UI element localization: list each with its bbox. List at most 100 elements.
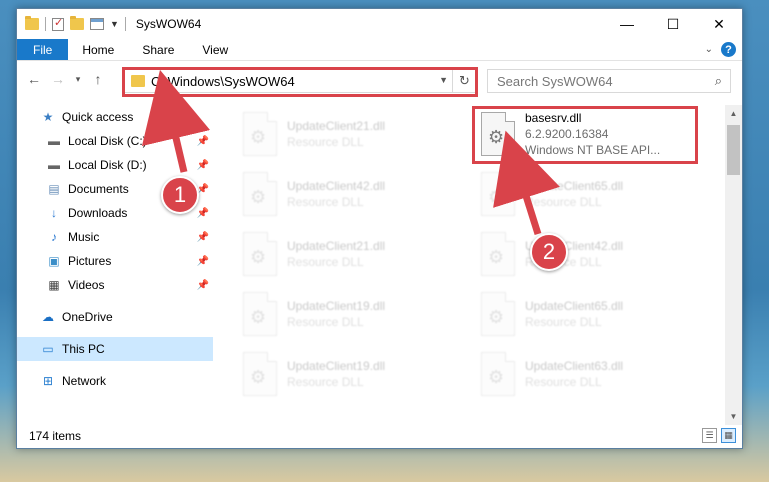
file-tile[interactable]: ⚙ UpdateClient19.dll Resource DLL <box>237 287 467 341</box>
computer-icon: ▭ <box>42 342 54 356</box>
address-bar-highlight <box>122 67 478 97</box>
drive-icon: ▬ <box>48 134 60 148</box>
scrollbar-thumb[interactable] <box>727 125 740 175</box>
videos-icon: ▦ <box>48 278 60 292</box>
ribbon-right-controls: ⌄ ? <box>705 42 736 57</box>
sidebar-item-local-disk-c[interactable]: ▬ Local Disk (C:) 📌 <box>17 129 213 153</box>
maximize-button[interactable]: ☐ <box>650 9 696 39</box>
music-icon: ♪ <box>51 230 57 244</box>
properties-icon[interactable] <box>90 18 104 30</box>
pictures-icon: ▣ <box>48 254 60 268</box>
sidebar-item-onedrive[interactable]: ☁ OneDrive <box>17 305 213 329</box>
pin-icon[interactable]: 📌 <box>197 232 209 243</box>
details-view-icon[interactable]: ☰ <box>702 428 717 443</box>
file-type: Resource DLL <box>525 315 602 329</box>
file-tile[interactable]: ⚙ UpdateClient19.dll Resource DLL <box>237 347 467 401</box>
close-button[interactable]: ✕ <box>696 9 742 39</box>
sidebar-item-quick-access[interactable]: ★ Quick access <box>17 105 213 129</box>
item-count: 174 items <box>29 429 82 443</box>
sidebar-item-pictures[interactable]: ▣ Pictures 📌 <box>17 249 213 273</box>
up-arrow-icon[interactable]: ↑ <box>89 71 107 87</box>
sidebar-item-label: Local Disk (D:) <box>68 158 147 172</box>
file-tile[interactable]: ⚙ UpdateClient63.dll Resource DLL <box>475 347 705 401</box>
scroll-up-icon[interactable]: ▲ <box>725 105 742 122</box>
title-bar: ▼ SysWOW64 — ☐ ✕ <box>17 9 742 39</box>
search-input[interactable]: Search SysWOW64 <box>497 74 613 89</box>
network-icon: ⊞ <box>42 374 54 388</box>
dll-file-icon: ⚙ <box>481 292 515 336</box>
file-tile[interactable]: ⚙ UpdateClient42.dllResource DLL <box>237 167 467 221</box>
new-folder-icon[interactable] <box>70 16 84 30</box>
dll-file-icon: ⚙ <box>481 352 515 396</box>
file-name: UpdateClient65.dll <box>525 179 624 193</box>
sidebar-item-label: Downloads <box>68 206 128 220</box>
sidebar-item-label: This PC <box>62 342 105 356</box>
vertical-scrollbar[interactable]: ▲ ▼ <box>725 105 742 425</box>
sidebar-item-label: OneDrive <box>62 310 113 324</box>
sidebar-item-videos[interactable]: ▦ Videos 📌 <box>17 273 213 297</box>
forward-arrow-icon[interactable]: → <box>49 71 67 87</box>
file-tile[interactable]: ⚙ UpdateClient65.dll Resource DLL <box>475 167 705 221</box>
step-1-badge: 1 <box>161 176 199 214</box>
sidebar-item-network[interactable]: ⊞ Network <box>17 369 213 393</box>
file-name: UpdateClient42.dll <box>287 179 386 193</box>
dll-file-icon: ⚙ <box>243 292 277 336</box>
dll-file-icon: ⚙ <box>481 232 515 276</box>
status-bar: 174 items ☰ ▦ <box>17 424 742 448</box>
file-name: UpdateClient19.dll <box>287 359 386 373</box>
file-type: Resource DLL <box>287 255 364 269</box>
search-box[interactable]: Search SysWOW64 ⌕ <box>487 69 731 93</box>
file-type: Resource DLL <box>287 315 364 329</box>
sidebar-item-this-pc[interactable]: ▭ This PC <box>17 337 213 361</box>
recent-locations-icon[interactable]: ▾ <box>73 74 83 85</box>
back-arrow-icon[interactable]: ← <box>25 71 43 87</box>
pin-icon[interactable]: 📌 <box>197 136 209 147</box>
customize-dropdown-icon[interactable]: ▼ <box>110 19 119 29</box>
pin-icon[interactable]: 📌 <box>197 256 209 267</box>
sidebar-item-label: Documents <box>68 182 129 196</box>
file-tile[interactable]: ⚙ UpdateClient21.dll Resource DLL <box>237 227 467 281</box>
scroll-down-icon[interactable]: ▼ <box>725 408 742 425</box>
sidebar-item-label: Local Disk (C:) <box>68 134 147 148</box>
file-name: UpdateClient21.dll <box>287 239 386 253</box>
file-tile[interactable]: ⚙ UpdateClient42.dllResource DLL <box>475 227 705 281</box>
search-icon[interactable]: ⌕ <box>715 73 722 89</box>
file-name: UpdateClient63.dll <box>525 359 624 373</box>
pin-icon[interactable]: 📌 <box>197 160 209 171</box>
ribbon-tabs: File Home Share View ⌄ ? <box>17 39 742 61</box>
dll-file-icon: ⚙ <box>243 112 277 156</box>
expand-ribbon-icon[interactable]: ⌄ <box>705 44 713 55</box>
dll-file-icon: ⚙ <box>243 352 277 396</box>
cloud-icon: ☁ <box>42 310 54 324</box>
tab-view[interactable]: View <box>188 39 242 60</box>
tiles-view-icon[interactable]: ▦ <box>721 428 736 443</box>
file-type: Resource DLL <box>287 135 364 149</box>
sidebar-item-label: Quick access <box>62 110 134 124</box>
tab-file[interactable]: File <box>17 39 69 60</box>
minimize-button[interactable]: — <box>604 9 650 39</box>
folder-icon <box>25 16 39 30</box>
file-type: Resource DLL <box>287 375 364 389</box>
download-icon: ↓ <box>51 206 57 220</box>
navigation-pane: ★ Quick access ▬ Local Disk (C:) 📌 ▬ Loc… <box>17 105 213 425</box>
file-name: UpdateClient21.dll <box>287 119 386 133</box>
file-tile[interactable]: ⚙ UpdateClient21.dll Resource DLL <box>237 107 467 161</box>
step-2-badge: 2 <box>530 233 568 271</box>
quick-access-toolbar: ▼ <box>17 16 126 31</box>
help-icon[interactable]: ? <box>721 42 736 57</box>
tab-share[interactable]: Share <box>128 39 188 60</box>
view-switcher: ☰ ▦ <box>702 428 736 443</box>
tab-home[interactable]: Home <box>68 39 128 60</box>
file-type: Resource DLL <box>525 195 602 209</box>
pin-icon[interactable]: 📌 <box>197 208 209 219</box>
file-tile[interactable]: ⚙ UpdateClient65.dll Resource DLL <box>475 287 705 341</box>
properties-check-icon[interactable] <box>52 16 64 31</box>
pin-icon[interactable]: 📌 <box>197 280 209 291</box>
file-type: Resource DLL <box>525 375 602 389</box>
window-controls: — ☐ ✕ <box>604 9 742 39</box>
documents-icon: ▤ <box>48 182 60 196</box>
sidebar-item-music[interactable]: ♪ Music 📌 <box>17 225 213 249</box>
sidebar-item-local-disk-d[interactable]: ▬ Local Disk (D:) 📌 <box>17 153 213 177</box>
sidebar-item-label: Network <box>62 374 107 388</box>
dll-file-icon: ⚙ <box>481 172 515 216</box>
